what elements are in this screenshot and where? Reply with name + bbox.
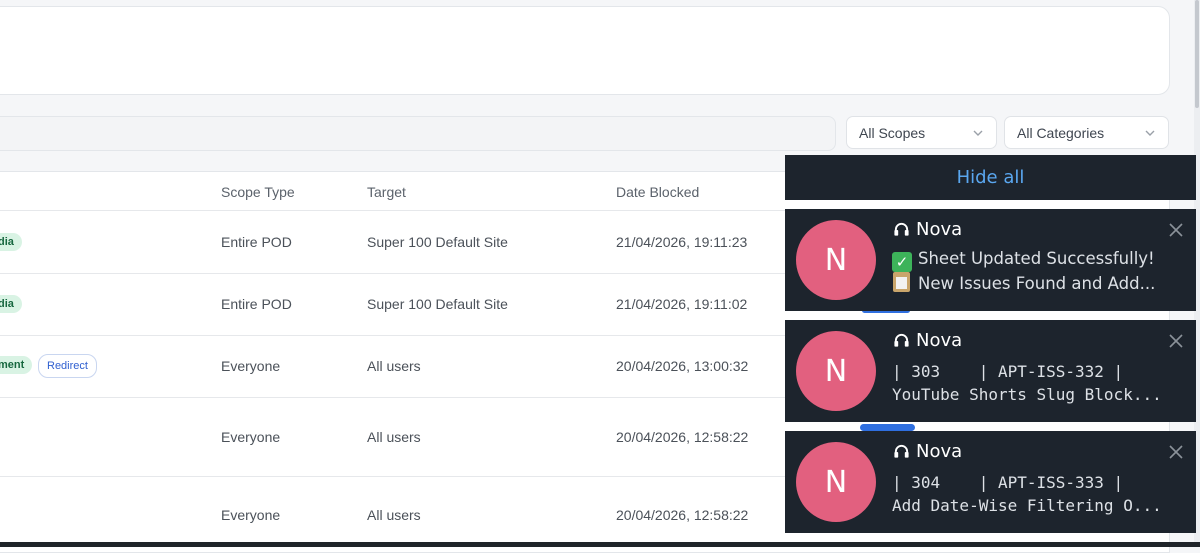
column-header-target[interactable]: Target: [367, 184, 406, 200]
date-blocked-cell: 21/04/2026, 19:11:02: [616, 296, 748, 312]
target-cell: All users: [367, 429, 421, 445]
close-icon[interactable]: [1169, 334, 1183, 348]
notification-sender: Nova: [916, 219, 963, 240]
avatar: N: [796, 220, 876, 300]
date-blocked-cell: 20/04/2026, 12:58:22: [616, 507, 749, 523]
notification-toast[interactable]: N Nova | 304 | APT-ISS-333 | Add Date-Wi…: [785, 431, 1196, 533]
close-icon[interactable]: [1169, 445, 1183, 459]
chevron-down-icon: [973, 130, 983, 136]
category-badge: dia: [0, 295, 22, 313]
scope-type-cell: Everyone: [221, 507, 281, 523]
notification-title: Nova: [893, 441, 962, 462]
avatar: N: [796, 442, 876, 522]
category-filter-value: All Categories: [1017, 124, 1105, 141]
notification-text: New Issues Found and Add...: [918, 274, 1156, 293]
taskbar-edge: [0, 542, 1200, 547]
clipboard-emoji-icon: [893, 272, 910, 292]
scope-type-cell: Entire POD: [221, 234, 292, 250]
status-chip: [860, 424, 915, 431]
target-cell: Super 100 Default Site: [367, 296, 508, 312]
redirect-badge: Redirect: [38, 354, 97, 378]
check-mark-emoji-icon: ✓: [892, 252, 912, 272]
date-blocked-cell: 20/04/2026, 12:58:22: [616, 429, 749, 445]
chevron-down-icon: [1145, 130, 1155, 136]
column-header-date-blocked[interactable]: Date Blocked: [616, 184, 699, 200]
scope-filter-select[interactable]: All Scopes: [846, 116, 997, 149]
scrollbar-thumb[interactable]: [1195, 0, 1199, 108]
date-blocked-cell: 21/04/2026, 19:11:23: [616, 234, 748, 250]
date-blocked-cell: 20/04/2026, 13:00:32: [616, 358, 749, 374]
notification-sender: Nova: [916, 441, 963, 462]
notification-text: | 304 | APT-ISS-333 |: [892, 473, 1124, 492]
target-cell: Super 100 Default Site: [367, 234, 508, 250]
notification-text: Add Date-Wise Filtering O...: [892, 496, 1162, 515]
category-badge: dia: [0, 233, 22, 251]
search-input[interactable]: [0, 116, 836, 151]
avatar: N: [796, 331, 876, 411]
headset-icon: [894, 333, 909, 347]
notification-toast[interactable]: N Nova ✓ Sheet Updated Successfully! New …: [785, 209, 1196, 311]
notification-sender: Nova: [916, 330, 963, 351]
notification-text: | 303 | APT-ISS-332 |: [892, 362, 1124, 381]
notification-text: Sheet Updated Successfully!: [918, 249, 1155, 268]
notification-line-2: New Issues Found and Add...: [892, 272, 1155, 293]
notification-title: Nova: [893, 330, 962, 351]
headset-icon: [894, 222, 909, 236]
close-icon[interactable]: [1169, 223, 1183, 237]
column-header-scope-type[interactable]: Scope Type: [221, 184, 295, 200]
scope-filter-value: All Scopes: [859, 124, 926, 141]
notification-line-1: ✓ Sheet Updated Successfully!: [892, 249, 1155, 272]
scope-type-cell: Entire POD: [221, 296, 292, 312]
hide-all-notifications-button[interactable]: Hide all: [785, 155, 1196, 200]
target-cell: All users: [367, 358, 421, 374]
notification-toast[interactable]: N Nova | 303 | APT-ISS-332 | YouTube Sho…: [785, 320, 1196, 422]
headset-icon: [894, 444, 909, 458]
notification-title: Nova: [893, 219, 962, 240]
category-filter-select[interactable]: All Categories: [1004, 116, 1169, 149]
scope-type-cell: Everyone: [221, 429, 281, 445]
category-badge: ment: [0, 356, 33, 374]
header-card: [0, 6, 1170, 95]
notification-text: YouTube Shorts Slug Block...: [892, 385, 1162, 404]
target-cell: All users: [367, 507, 421, 523]
scope-type-cell: Everyone: [221, 358, 281, 374]
